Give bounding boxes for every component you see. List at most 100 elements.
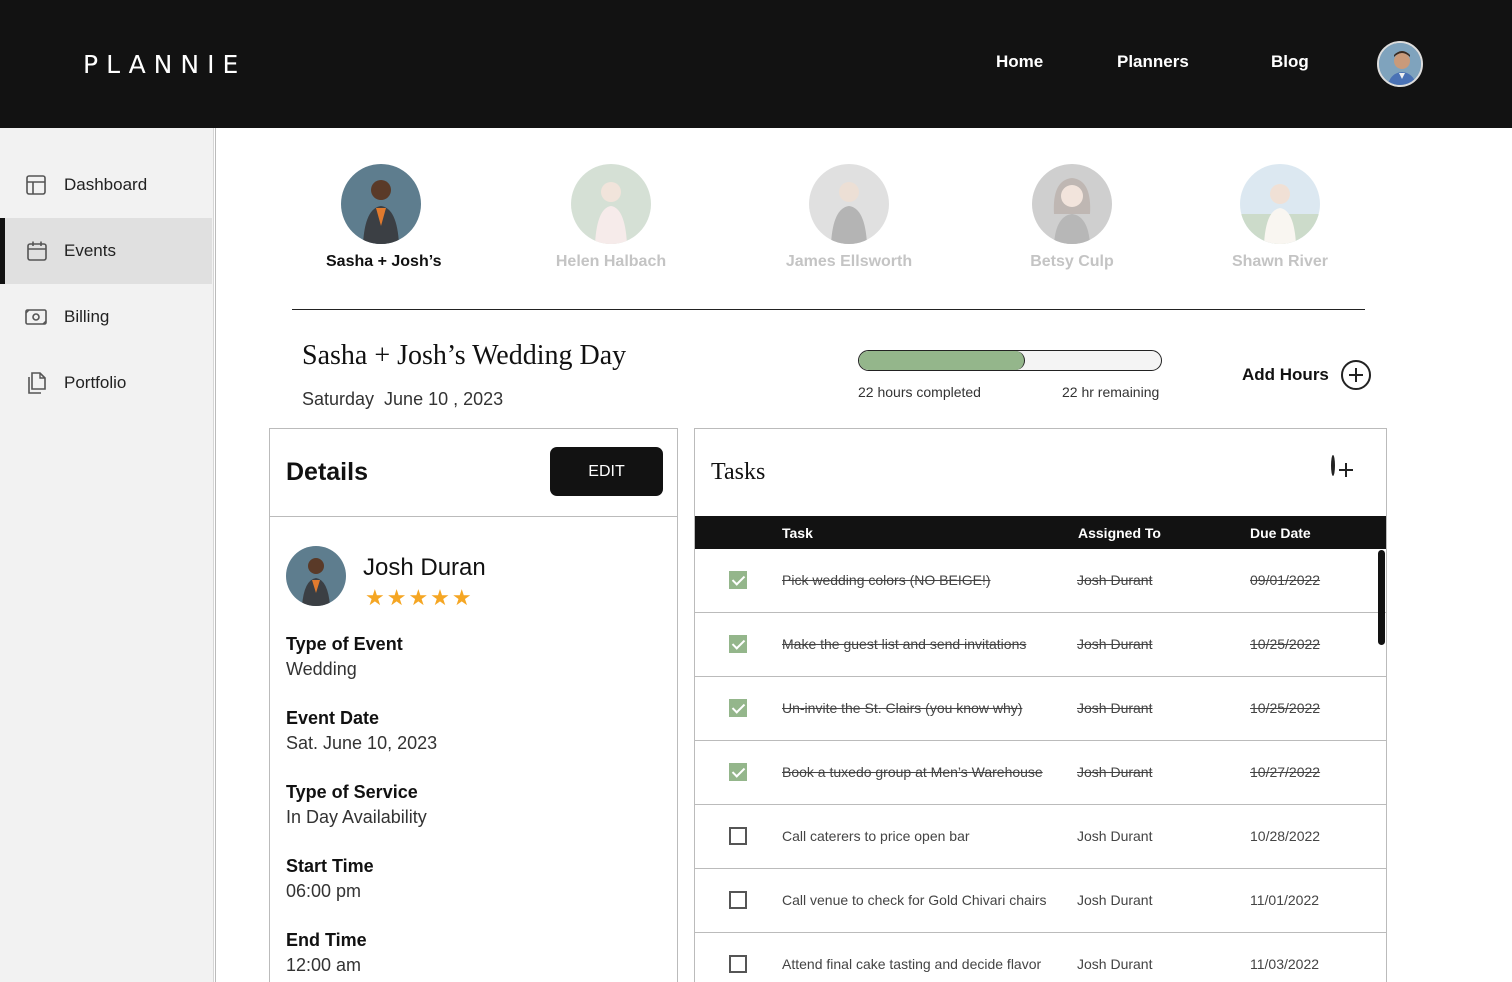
field-value-end-time: 12:00 am	[286, 955, 362, 975]
task-assignee: Josh Durant	[1077, 828, 1153, 844]
sidebar-item-label: Portfolio	[64, 373, 127, 392]
layout-icon	[26, 175, 46, 195]
field-value-service-type: In Day Availability	[286, 807, 427, 827]
column-header-due-date: Due Date	[1250, 525, 1311, 541]
client-avatar	[571, 164, 651, 244]
client-name: Shawn River	[1231, 253, 1329, 270]
calendar-icon	[27, 241, 47, 261]
task-due-date: 11/01/2022	[1250, 892, 1320, 908]
planner-avatar	[286, 546, 346, 606]
task-name: Make the guest list and send invitations	[782, 636, 1027, 652]
field-value-event-type: Wedding	[286, 659, 357, 679]
client-name: James Ellsworth	[785, 253, 913, 270]
sidebar-item-label: Events	[64, 241, 116, 260]
section-divider	[292, 309, 1365, 310]
edit-button[interactable]: EDIT	[550, 447, 663, 496]
client-tab-betsy-culp[interactable]: Betsy Culp	[1022, 164, 1122, 271]
details-card: Details EDIT Josh Duran ★★★★★ Type of Ev…	[269, 428, 678, 982]
table-row: Call caterers to price open bar Josh Dur…	[695, 805, 1386, 869]
sidebar-item-events[interactable]: Events	[0, 218, 212, 284]
client-tab-shawn-river[interactable]: Shawn River	[1225, 164, 1335, 271]
task-assignee: Josh Durant	[1077, 764, 1153, 780]
task-name: Pick wedding colors (NO BEIGE!)	[782, 572, 991, 588]
planner-name: Josh Duran	[363, 554, 486, 581]
task-checkbox[interactable]	[729, 699, 747, 717]
client-avatar	[1240, 164, 1320, 244]
task-name: Attend final cake tasting and decide fla…	[782, 956, 1042, 972]
task-due-date: 10/25/2022	[1250, 636, 1321, 652]
task-due-date: 10/25/2022	[1250, 700, 1321, 716]
nav-blog-link[interactable]: Blog	[1271, 52, 1309, 72]
client-name: Helen Halbach	[555, 253, 667, 270]
rating-stars: ★★★★★	[365, 585, 474, 610]
tasks-card: Tasks Task Assigned To Due Date Pick wed…	[694, 428, 1387, 982]
client-name: Sasha + Josh’s	[326, 253, 442, 270]
hours-progress-fill	[859, 351, 1026, 370]
task-name: Call caterers to price open bar	[782, 828, 970, 844]
task-checkbox[interactable]	[729, 763, 747, 781]
task-assignee: Josh Durant	[1077, 892, 1153, 908]
task-due-date: 10/28/2022	[1250, 828, 1321, 844]
user-avatar-image	[1379, 43, 1421, 85]
nav-planners-link[interactable]: Planners	[1117, 52, 1189, 72]
add-hours-button[interactable]: Add Hours	[1242, 360, 1371, 390]
tasks-title: Tasks	[711, 459, 766, 485]
client-avatar	[809, 164, 889, 244]
sidebar-item-billing[interactable]: Billing	[0, 284, 212, 350]
hours-remaining-text: 22 hr remaining	[1062, 384, 1160, 400]
task-name: Call venue to check for Gold Chivari cha…	[782, 892, 1047, 908]
client-tab-james-ellsworth[interactable]: James Ellsworth	[784, 164, 914, 271]
field-value-event-date: Sat. June 10, 2023	[286, 733, 438, 753]
table-row: Make the guest list and send invitations…	[695, 613, 1386, 677]
task-name: Book a tuxedo group at Men’s Warehouse	[782, 764, 1043, 780]
task-due-date: 09/01/2022	[1250, 572, 1321, 588]
column-header-task: Task	[782, 525, 813, 541]
table-row: Attend final cake tasting and decide fla…	[695, 933, 1386, 982]
plus-circle-icon	[1331, 455, 1335, 476]
details-title: Details	[286, 458, 368, 486]
field-label-event-type: Type of Event	[286, 634, 403, 654]
sidebar-item-dashboard[interactable]: Dashboard	[0, 152, 212, 218]
sidebar-item-label: Dashboard	[64, 175, 148, 194]
task-assignee: Josh Durant	[1077, 956, 1153, 972]
user-avatar[interactable]	[1377, 41, 1423, 87]
client-tab-helen-halbach[interactable]: Helen Halbach	[551, 164, 671, 271]
task-assignee: Josh Durant	[1077, 636, 1153, 652]
plus-circle-icon	[1340, 360, 1371, 390]
task-checkbox[interactable]	[729, 955, 747, 973]
task-due-date: 11/03/2022	[1250, 956, 1320, 972]
task-assignee: Josh Durant	[1077, 572, 1153, 588]
table-row: Book a tuxedo group at Men’s Warehouse J…	[695, 741, 1386, 805]
table-row: Call venue to check for Gold Chivari cha…	[695, 869, 1386, 933]
sidebar: Dashboard Events Billing Portfolio	[0, 128, 214, 982]
task-checkbox[interactable]	[729, 891, 747, 909]
sidebar-item-label: Billing	[64, 307, 110, 326]
field-value-start-time: 06:00 pm	[286, 881, 362, 901]
field-label-end-time: End Time	[286, 930, 367, 950]
add-hours-label: Add Hours	[1242, 365, 1329, 384]
field-label-service-type: Type of Service	[286, 782, 418, 802]
event-date: Saturday June 10 , 2023	[302, 389, 504, 409]
top-bar: PLANNIE Home Planners Blog	[0, 0, 1512, 128]
task-checkbox[interactable]	[729, 571, 747, 589]
files-icon	[28, 372, 46, 394]
sidebar-item-portfolio[interactable]: Portfolio	[0, 350, 212, 416]
column-header-assigned-to: Assigned To	[1078, 525, 1161, 541]
tasks-table-header: Task Assigned To Due Date	[695, 516, 1386, 549]
main-content: Sasha + Josh’s Helen Halbach James Ellsw…	[215, 128, 1512, 982]
table-row: Un-invite the St. Clairs (you know why) …	[695, 677, 1386, 741]
add-task-button[interactable]	[1331, 455, 1335, 476]
field-label-event-date: Event Date	[286, 708, 380, 728]
table-row: Pick wedding colors (NO BEIGE!) Josh Dur…	[695, 549, 1386, 613]
client-name: Betsy Culp	[1030, 253, 1114, 270]
client-tab-sasha-josh[interactable]: Sasha + Josh’s	[326, 164, 442, 271]
task-assignee: Josh Durant	[1077, 700, 1153, 716]
nav-home-link[interactable]: Home	[996, 52, 1043, 72]
task-checkbox[interactable]	[729, 827, 747, 845]
task-checkbox[interactable]	[729, 635, 747, 653]
tasks-scrollbar[interactable]	[1378, 550, 1385, 645]
app-logo[interactable]: PLANNIE	[83, 50, 246, 79]
details-header: Details EDIT	[270, 429, 677, 517]
field-label-start-time: Start Time	[286, 856, 374, 876]
task-name: Un-invite the St. Clairs (you know why)	[782, 700, 1023, 716]
